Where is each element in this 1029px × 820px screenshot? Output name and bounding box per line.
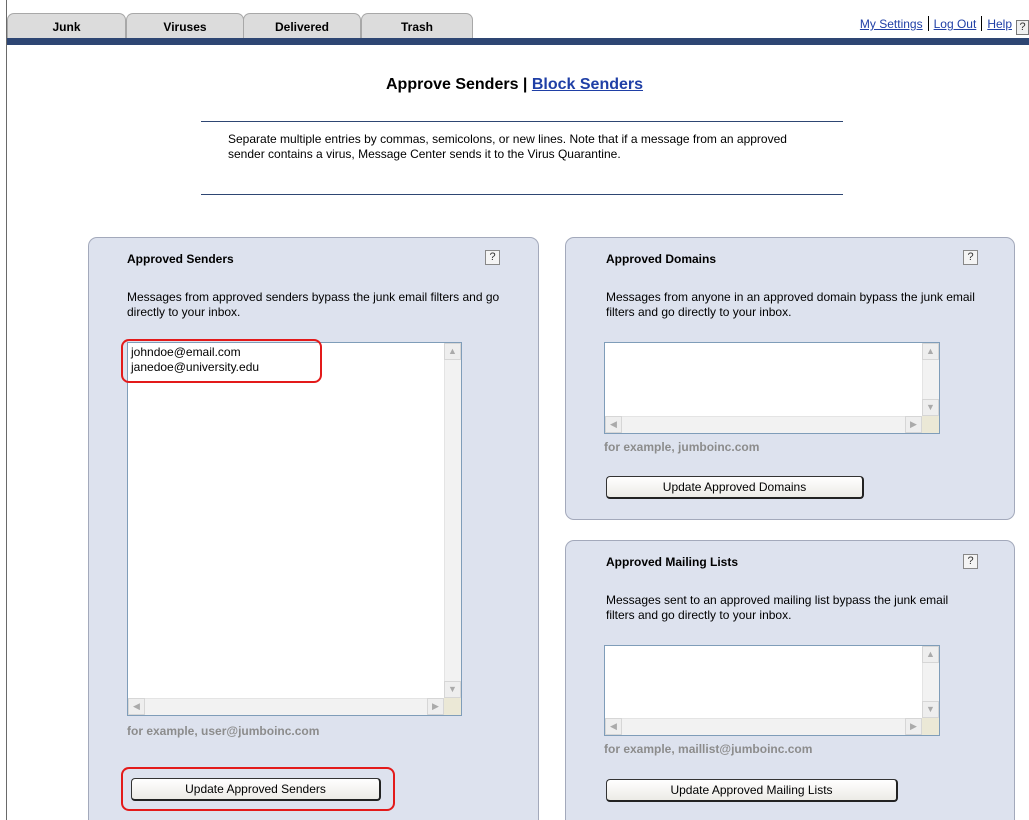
scroll-down-icon[interactable]: ▼ <box>922 701 939 718</box>
scroll-up-icon[interactable]: ▲ <box>922 343 939 360</box>
approved-senders-example: for example, user@jumboinc.com <box>127 724 320 738</box>
my-settings-link[interactable]: My Settings <box>860 17 923 31</box>
scroll-down-icon[interactable]: ▼ <box>922 399 939 416</box>
vertical-scrollbar[interactable]: ▲ ▼ <box>922 343 939 416</box>
block-senders-link[interactable]: Block Senders <box>532 76 643 93</box>
nav-bar <box>7 38 1029 45</box>
tab-trash[interactable]: Trash <box>361 13 473 38</box>
scrollbar-corner <box>444 698 461 715</box>
approved-mailing-lists-description: Messages sent to an approved mailing lis… <box>606 593 949 622</box>
scroll-right-icon[interactable]: ▶ <box>905 718 922 735</box>
approved-domains-description: Messages from anyone in an approved doma… <box>606 290 975 319</box>
log-out-link[interactable]: Log Out <box>934 17 977 31</box>
page-title: Approve Senders | Block Senders <box>0 76 1029 94</box>
approved-domains-title: Approved Domains <box>606 252 717 266</box>
sender-entry: janedoe@university.edu <box>131 360 260 374</box>
approved-senders-panel: Approved Senders ? Messages from approve… <box>88 237 539 820</box>
tab-viruses[interactable]: Viruses <box>126 13 244 38</box>
scroll-right-icon[interactable]: ▶ <box>427 698 444 715</box>
scroll-up-icon[interactable]: ▲ <box>444 343 461 360</box>
scroll-down-icon[interactable]: ▼ <box>444 681 461 698</box>
scroll-left-icon[interactable]: ◀ <box>128 698 145 715</box>
update-approved-senders-button[interactable]: Update Approved Senders <box>131 778 381 801</box>
help-icon[interactable]: ? <box>485 250 500 265</box>
vertical-scrollbar[interactable]: ▲ ▼ <box>922 646 939 718</box>
sender-entry: johndoe@email.com <box>131 345 241 359</box>
update-approved-mailing-lists-button[interactable]: Update Approved Mailing Lists <box>606 779 898 802</box>
vertical-scrollbar[interactable]: ▲ ▼ <box>444 343 461 698</box>
horizontal-scrollbar[interactable]: ◀ ▶ <box>605 718 922 735</box>
approved-domains-input[interactable]: ▲ ▼ ◀ ▶ <box>604 342 940 434</box>
scroll-right-icon[interactable]: ▶ <box>905 416 922 433</box>
approved-mailing-lists-panel: Approved Mailing Lists ? Messages sent t… <box>565 540 1015 820</box>
scrollbar-corner <box>922 416 939 433</box>
approved-domains-panel: Approved Domains ? Messages from anyone … <box>565 237 1015 520</box>
tab-junk[interactable]: Junk <box>7 13 126 38</box>
divider <box>981 16 983 31</box>
scroll-left-icon[interactable]: ◀ <box>605 718 622 735</box>
approved-mailing-lists-title: Approved Mailing Lists <box>606 555 739 569</box>
approved-senders-description: Messages from approved senders bypass th… <box>127 290 500 319</box>
title-separator: | <box>522 76 528 93</box>
tab-delivered[interactable]: Delivered <box>243 13 361 38</box>
help-icon[interactable]: ? <box>963 554 978 569</box>
help-icon[interactable]: ? <box>1016 20 1029 35</box>
approve-senders-title: Approve Senders <box>385 76 519 93</box>
approved-mailing-lists-input[interactable]: ▲ ▼ ◀ ▶ <box>604 645 940 736</box>
top-links: My Settings Log Out Help? <box>860 16 1029 35</box>
update-approved-domains-button[interactable]: Update Approved Domains <box>606 476 864 499</box>
divider <box>927 16 929 31</box>
help-icon[interactable]: ? <box>963 250 978 265</box>
scroll-up-icon[interactable]: ▲ <box>922 646 939 663</box>
approved-domains-example: for example, jumboinc.com <box>604 440 760 454</box>
instructions-note: Separate multiple entries by commas, sem… <box>201 121 843 195</box>
approved-mailing-lists-example: for example, maillist@jumboinc.com <box>604 742 813 756</box>
scroll-left-icon[interactable]: ◀ <box>605 416 622 433</box>
scrollbar-corner <box>922 718 939 735</box>
help-link[interactable]: Help <box>987 17 1012 31</box>
horizontal-scrollbar[interactable]: ◀ ▶ <box>605 416 922 433</box>
horizontal-scrollbar[interactable]: ◀ ▶ <box>128 698 444 715</box>
approved-senders-title: Approved Senders <box>127 252 234 266</box>
approved-senders-input[interactable]: johndoe@email.com janedoe@university.edu… <box>127 342 462 716</box>
